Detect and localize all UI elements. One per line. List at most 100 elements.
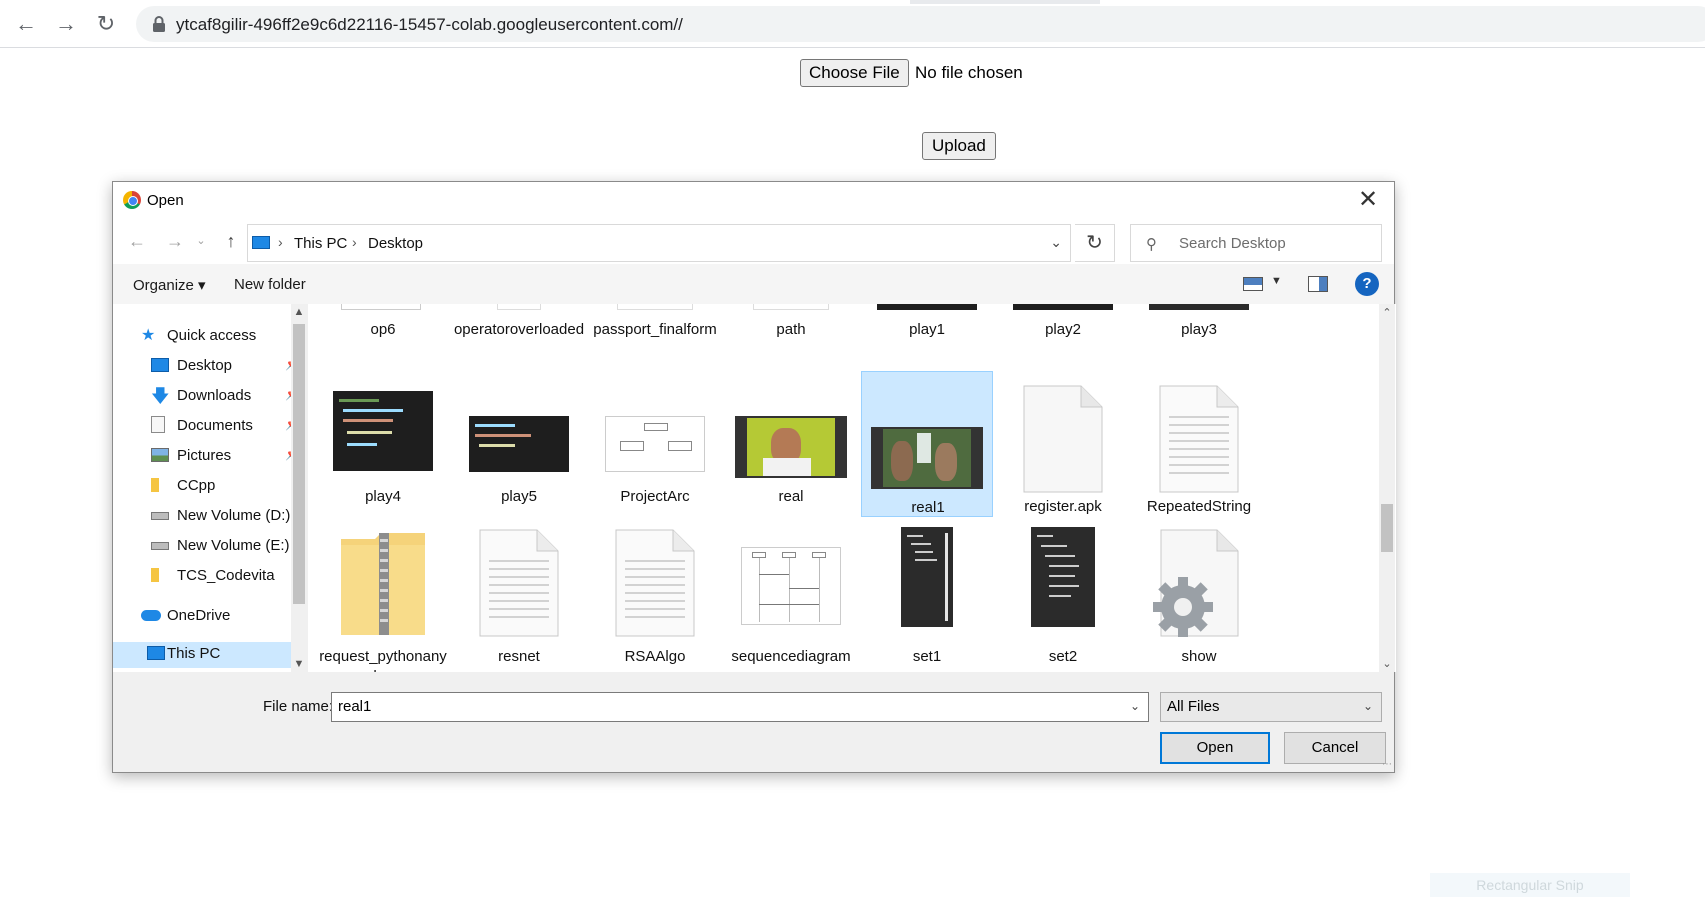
cancel-button[interactable]: Cancel bbox=[1284, 732, 1386, 764]
file-thumbnail bbox=[497, 304, 541, 310]
close-icon[interactable]: ✕ bbox=[1354, 186, 1382, 214]
file-thumbnail bbox=[753, 304, 829, 310]
file-thumbnail bbox=[1149, 304, 1249, 310]
choose-file-button[interactable]: Choose File bbox=[800, 59, 909, 87]
forward-arrow-icon[interactable]: → bbox=[52, 10, 80, 38]
chevron-down-icon[interactable]: ⌄ bbox=[1130, 699, 1140, 713]
chevron-down-icon[interactable]: ⌄ bbox=[1050, 234, 1062, 251]
scroll-up-icon[interactable]: ⌃ bbox=[1379, 306, 1395, 319]
back-arrow-icon[interactable]: ← bbox=[12, 10, 40, 38]
file-item-play2[interactable]: play2 bbox=[997, 304, 1129, 364]
back-icon[interactable]: ← bbox=[125, 230, 149, 252]
nav-item-ccpp[interactable]: CCpp bbox=[151, 474, 291, 500]
zip-folder-icon bbox=[341, 533, 425, 635]
file-item-real1[interactable]: real1 bbox=[861, 371, 993, 517]
file-item-repeatedstring[interactable]: RepeatedString bbox=[1133, 371, 1265, 517]
search-icon: ⚲ bbox=[1146, 236, 1157, 253]
new-folder-button[interactable]: New folder bbox=[234, 276, 306, 293]
file-item-resnet[interactable]: resnet bbox=[453, 517, 585, 672]
nav-item-new-volume-d[interactable]: New Volume (D:) bbox=[151, 504, 291, 530]
file-item-op6[interactable]: op6 bbox=[317, 304, 449, 364]
chevron-down-icon[interactable]: ⌄ bbox=[1363, 699, 1373, 713]
file-thumbnail bbox=[1031, 527, 1095, 627]
reload-icon[interactable]: ↻ bbox=[92, 10, 120, 38]
nav-item-desktop[interactable]: Desktop 📌 bbox=[151, 354, 300, 380]
text-file-icon bbox=[1159, 385, 1239, 493]
breadcrumb-separator: › bbox=[278, 234, 283, 250]
nav-item-quick-access[interactable]: ★ Quick access bbox=[141, 324, 291, 350]
no-file-text: No file chosen bbox=[915, 63, 1023, 82]
file-item-play3[interactable]: play3 bbox=[1133, 304, 1265, 364]
open-button[interactable]: Open bbox=[1160, 732, 1270, 764]
nav-item-new-volume-e[interactable]: New Volume (E:) bbox=[151, 534, 291, 560]
resize-grip-icon[interactable]: ⋯ bbox=[1382, 759, 1392, 770]
breadcrumb-desktop[interactable]: Desktop bbox=[368, 235, 423, 252]
breadcrumb[interactable]: › This PC › Desktop ⌄ bbox=[247, 224, 1071, 262]
help-icon[interactable]: ? bbox=[1355, 272, 1379, 296]
file-item-rsaalgo[interactable]: RSAAlgo bbox=[589, 517, 721, 672]
file-list-scrollbar-thumb[interactable] bbox=[1381, 504, 1393, 552]
file-item-play1[interactable]: play1 bbox=[861, 304, 993, 364]
file-list-scrollbar[interactable]: ⌃ ⌄ bbox=[1379, 304, 1395, 672]
file-thumbnail bbox=[901, 527, 953, 627]
pictures-icon bbox=[151, 448, 169, 462]
organize-button[interactable]: Organize ▾ bbox=[133, 276, 206, 294]
file-thumbnail bbox=[469, 416, 569, 472]
tab-strip bbox=[910, 0, 1100, 4]
file-item-request-pythonanywhere[interactable]: request_pythonanywhere bbox=[317, 517, 449, 672]
file-type-select[interactable]: All Files ⌄ bbox=[1160, 692, 1382, 722]
nav-item-pictures[interactable]: Pictures 📌 bbox=[151, 444, 300, 470]
open-file-dialog: Open ✕ ← → ⌄ ↑ › This PC › Desktop ⌄ ↻ ⚲… bbox=[112, 181, 1396, 773]
file-thumbnail bbox=[1013, 304, 1113, 310]
dialog-toolbar: Organize ▾ New folder ▼ ? bbox=[113, 264, 1394, 304]
scroll-down-icon[interactable]: ⌄ bbox=[1379, 657, 1395, 670]
file-item-set2[interactable]: set2 bbox=[997, 517, 1129, 672]
file-item-set1[interactable]: set1 bbox=[861, 517, 993, 672]
file-item-operatoroverloaded[interactable]: operatoroverloaded bbox=[453, 304, 585, 364]
nav-item-downloads[interactable]: 🡇 Downloads 📌 bbox=[151, 384, 300, 410]
cloud-icon bbox=[141, 610, 161, 621]
folder-icon bbox=[151, 478, 159, 492]
file-item-register-apk[interactable]: register.apk bbox=[997, 371, 1129, 517]
forward-icon[interactable]: → bbox=[163, 230, 187, 252]
file-item-show[interactable]: show bbox=[1133, 517, 1265, 672]
file-thumbnail bbox=[605, 416, 705, 472]
file-item-passport-finalform[interactable]: passport_finalform bbox=[589, 304, 721, 364]
recent-chevron-icon[interactable]: ⌄ bbox=[189, 230, 213, 252]
dialog-titlebar: Open ✕ bbox=[113, 182, 1394, 218]
file-type-value: All Files bbox=[1167, 698, 1220, 715]
file-item-real[interactable]: real bbox=[725, 371, 857, 517]
nav-scrollbar[interactable]: ▲ ▼ bbox=[291, 304, 307, 672]
file-item-sequencediagram[interactable]: sequencediagram bbox=[725, 517, 857, 672]
file-item-play4[interactable]: play4 bbox=[317, 371, 449, 517]
nav-item-documents[interactable]: Documents 📌 bbox=[151, 414, 300, 440]
text-file-icon bbox=[615, 529, 695, 637]
upload-button[interactable]: Upload bbox=[922, 132, 996, 160]
desktop-icon bbox=[151, 358, 169, 372]
file-item-play5[interactable]: play5 bbox=[453, 371, 585, 517]
preview-pane-icon[interactable] bbox=[1308, 276, 1328, 292]
up-arrow-icon[interactable]: ↑ bbox=[219, 230, 243, 252]
file-name-field[interactable]: real1 ⌄ bbox=[331, 692, 1149, 722]
file-item-projectarc[interactable]: ProjectArc bbox=[589, 371, 721, 517]
file-name-value: real1 bbox=[338, 698, 372, 715]
change-view-icon[interactable] bbox=[1243, 277, 1263, 291]
refresh-icon[interactable]: ↻ bbox=[1075, 224, 1115, 262]
scroll-up-icon[interactable]: ▲ bbox=[291, 306, 307, 318]
scroll-down-icon[interactable]: ▼ bbox=[291, 658, 307, 670]
file-icon bbox=[1023, 385, 1103, 493]
file-thumbnail bbox=[341, 304, 421, 310]
nav-scrollbar-thumb[interactable] bbox=[293, 324, 305, 604]
pc-icon bbox=[252, 236, 270, 249]
view-dropdown-icon[interactable]: ▼ bbox=[1271, 275, 1282, 287]
file-item-path[interactable]: path bbox=[725, 304, 857, 364]
video-thumbnail bbox=[735, 416, 847, 478]
nav-item-onedrive[interactable]: OneDrive bbox=[141, 604, 291, 630]
address-bar[interactable]: ytcaf8gilir-496ff2e9c6d22116-15457-colab… bbox=[136, 6, 1705, 42]
lock-icon bbox=[153, 16, 165, 32]
nav-item-this-pc[interactable]: This PC bbox=[113, 642, 291, 668]
download-icon: 🡇 bbox=[151, 386, 170, 406]
search-input[interactable]: ⚲ Search Desktop bbox=[1130, 224, 1382, 262]
breadcrumb-this-pc[interactable]: This PC bbox=[294, 235, 347, 252]
nav-item-tcs-codevita[interactable]: TCS_Codevita bbox=[151, 564, 291, 590]
